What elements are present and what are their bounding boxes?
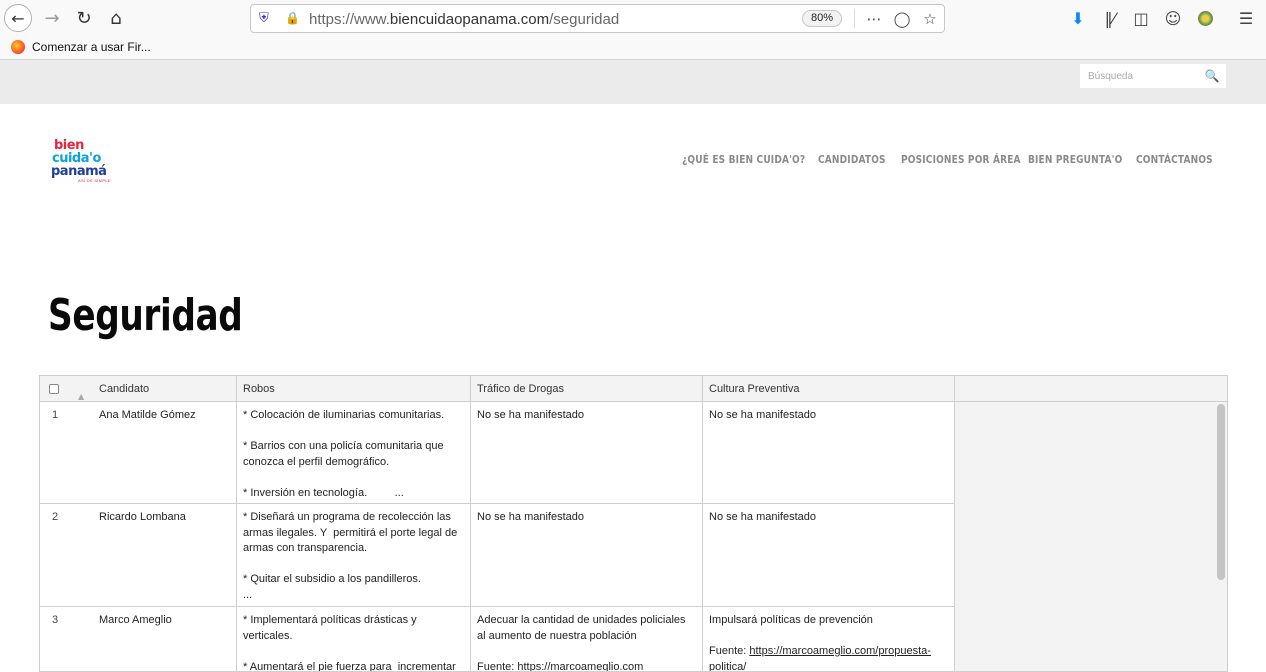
firefox-icon xyxy=(11,40,25,54)
library-icon[interactable]: ‖⁄ xyxy=(1098,6,1122,30)
cell-candidato: Marco Ameglio xyxy=(93,607,237,671)
header-select-cell: ▲ Candidato xyxy=(40,376,237,402)
reload-icon: ↻ xyxy=(76,7,92,29)
cell-text: * Inversión en tecnología. ... xyxy=(243,486,404,499)
cell-candidato: Ana Matilde Gómez xyxy=(93,402,237,503)
grid-empty-area xyxy=(955,402,1227,671)
cell-text: No se ha manifestado xyxy=(477,409,585,421)
main-nav: ¿QUÉ ES BIEN CUIDA'O? CANDIDATOS POSICIO… xyxy=(682,153,1213,169)
tracking-protection-icon[interactable]: ⛨ xyxy=(259,11,269,26)
menu-icon[interactable]: ☰ xyxy=(1234,6,1258,30)
select-all-checkbox[interactable] xyxy=(49,384,59,394)
home-button[interactable]: ⌂ xyxy=(102,4,130,32)
site-search-input[interactable] xyxy=(1080,64,1200,88)
row-number: 1 xyxy=(52,409,59,421)
nav-candidatos[interactable]: CANDIDATOS xyxy=(818,153,886,169)
cell-text: * Implementará políticas drásticas y ver… xyxy=(243,614,420,642)
site-search: 🔍 xyxy=(1080,64,1226,88)
cell-robos: * Colocación de iluminarias comunitarias… xyxy=(237,402,471,503)
cell-text: * Quitar el subsidio a los pandilleros. … xyxy=(243,573,421,601)
page-actions-icon[interactable]: ⋯ xyxy=(863,8,885,30)
logo-line-3: panamá xyxy=(51,164,107,179)
cell-cultura: No se ha manifestado xyxy=(703,402,955,503)
cell-text: * Colocación de iluminarias comunitarias… xyxy=(243,409,445,421)
header-robos[interactable]: Robos xyxy=(237,376,471,402)
nav-contactanos[interactable]: CONTÁCTANOS xyxy=(1136,153,1213,169)
cell-source: Fuente: https://marcoameglio.com/propues… xyxy=(709,644,948,671)
cell-text: No se ha manifestado xyxy=(709,511,817,523)
cell-candidato: Ricardo Lombana xyxy=(93,504,237,606)
bookmark-item[interactable]: Comenzar a usar Fir... xyxy=(32,40,151,54)
header-trafico[interactable]: Tráfico de Drogas xyxy=(471,376,703,402)
star-icon[interactable]: ☆ xyxy=(919,8,941,30)
cell-text: No se ha manifestado xyxy=(709,409,817,421)
sidebar-icon[interactable]: ◫ xyxy=(1129,6,1153,30)
url-path: /seguridad xyxy=(549,11,620,28)
table-row[interactable]: 1 Ana Matilde Gómez * Colocación de ilum… xyxy=(40,402,955,504)
url-divider xyxy=(854,9,855,28)
reload-button[interactable]: ↻ xyxy=(70,4,98,32)
arrow-right-icon: → xyxy=(44,7,60,29)
nav-que-es[interactable]: ¿QUÉ ES BIEN CUIDA'O? xyxy=(682,153,805,169)
row-number: 2 xyxy=(52,511,59,523)
cell-robos: * Diseñará un programa de recolección la… xyxy=(237,504,471,606)
extension-icon[interactable] xyxy=(1193,6,1217,30)
cell-text: No se ha manifestado xyxy=(477,511,585,523)
cell-text: Impulsará políticas de prevención xyxy=(709,614,873,626)
page-title: Seguridad xyxy=(48,290,243,341)
cell-trafico: Adecuar la cantidad de unidades policial… xyxy=(471,607,703,672)
logo-tagline: ASÍ DE SIMPLE xyxy=(78,178,111,183)
nav-bien-preguntao[interactable]: BIEN PREGUNTA'O xyxy=(1028,153,1122,169)
lock-icon[interactable]: 🔒 xyxy=(285,11,300,25)
cell-trafico: No se ha manifestado xyxy=(471,504,703,606)
url-scheme: https://www. xyxy=(309,11,390,28)
cell-cultura: Impulsará políticas de prevención Fuente… xyxy=(703,607,955,671)
search-icon[interactable]: 🔍 xyxy=(1204,68,1220,84)
table-row[interactable]: 2 Ricardo Lombana * Diseñará un programa… xyxy=(40,504,955,607)
url-host: biencuidaopanama.com xyxy=(389,11,550,28)
cell-text: Adecuar la cantidad de unidades policial… xyxy=(477,614,689,642)
arrow-left-icon: ← xyxy=(11,8,25,28)
zoom-level-badge[interactable]: 80% xyxy=(802,10,842,27)
cell-robos: * Implementará políticas drásticas y ver… xyxy=(237,607,471,672)
nav-posiciones[interactable]: POSICIONES POR ÁREA xyxy=(901,153,1021,169)
cell-text: * Aumentará el pie fuerza para increment… xyxy=(243,660,456,672)
site-logo[interactable]: bien cuida'o panamá ASÍ DE SIMPLE xyxy=(50,136,112,184)
cell-text: * Diseñará un programa de recolección la… xyxy=(243,511,461,554)
cell-cultura: No se ha manifestado xyxy=(703,504,955,606)
grid-header: ▲ Candidato Robos Tráfico de Drogas Cult… xyxy=(40,376,1227,402)
header-candidato[interactable]: Candidato xyxy=(99,376,149,402)
site-top-strip: 🔍 xyxy=(0,60,1266,104)
browser-toolbar: ← → ↻ ⌂ ⛨ 🔒 https://www.biencuidaopanama… xyxy=(0,0,1266,36)
back-button[interactable]: ← xyxy=(4,4,32,32)
url-bar[interactable]: ⛨ 🔒 https://www.biencuidaopanama.com/seg… xyxy=(250,4,945,33)
bookmarks-bar: Comenzar a usar Fir... xyxy=(0,36,1266,60)
account-icon[interactable]: ☺ xyxy=(1161,6,1185,30)
url-text[interactable]: https://www.biencuidaopanama.com/segurid… xyxy=(309,11,619,28)
data-grid: ▲ Candidato Robos Tráfico de Drogas Cult… xyxy=(39,375,1228,672)
forward-button[interactable]: → xyxy=(38,4,66,32)
vertical-scrollbar[interactable] xyxy=(1217,404,1225,580)
cell-text: Fuente: https://marcoameglio.com xyxy=(477,660,644,672)
table-row[interactable]: 3 Marco Ameglio * Implementará políticas… xyxy=(40,607,955,672)
home-icon: ⌂ xyxy=(110,7,122,29)
cell-text: * Barrios con una policía comunitaria qu… xyxy=(243,440,447,468)
cell-trafico: No se ha manifestado xyxy=(471,402,703,503)
download-icon[interactable]: ⬇ xyxy=(1066,6,1090,30)
header-cultura[interactable]: Cultura Preventiva xyxy=(703,376,955,402)
pocket-icon[interactable]: ◯ xyxy=(891,8,913,30)
row-number: 3 xyxy=(52,614,59,626)
source-label: Fuente: xyxy=(709,645,750,657)
